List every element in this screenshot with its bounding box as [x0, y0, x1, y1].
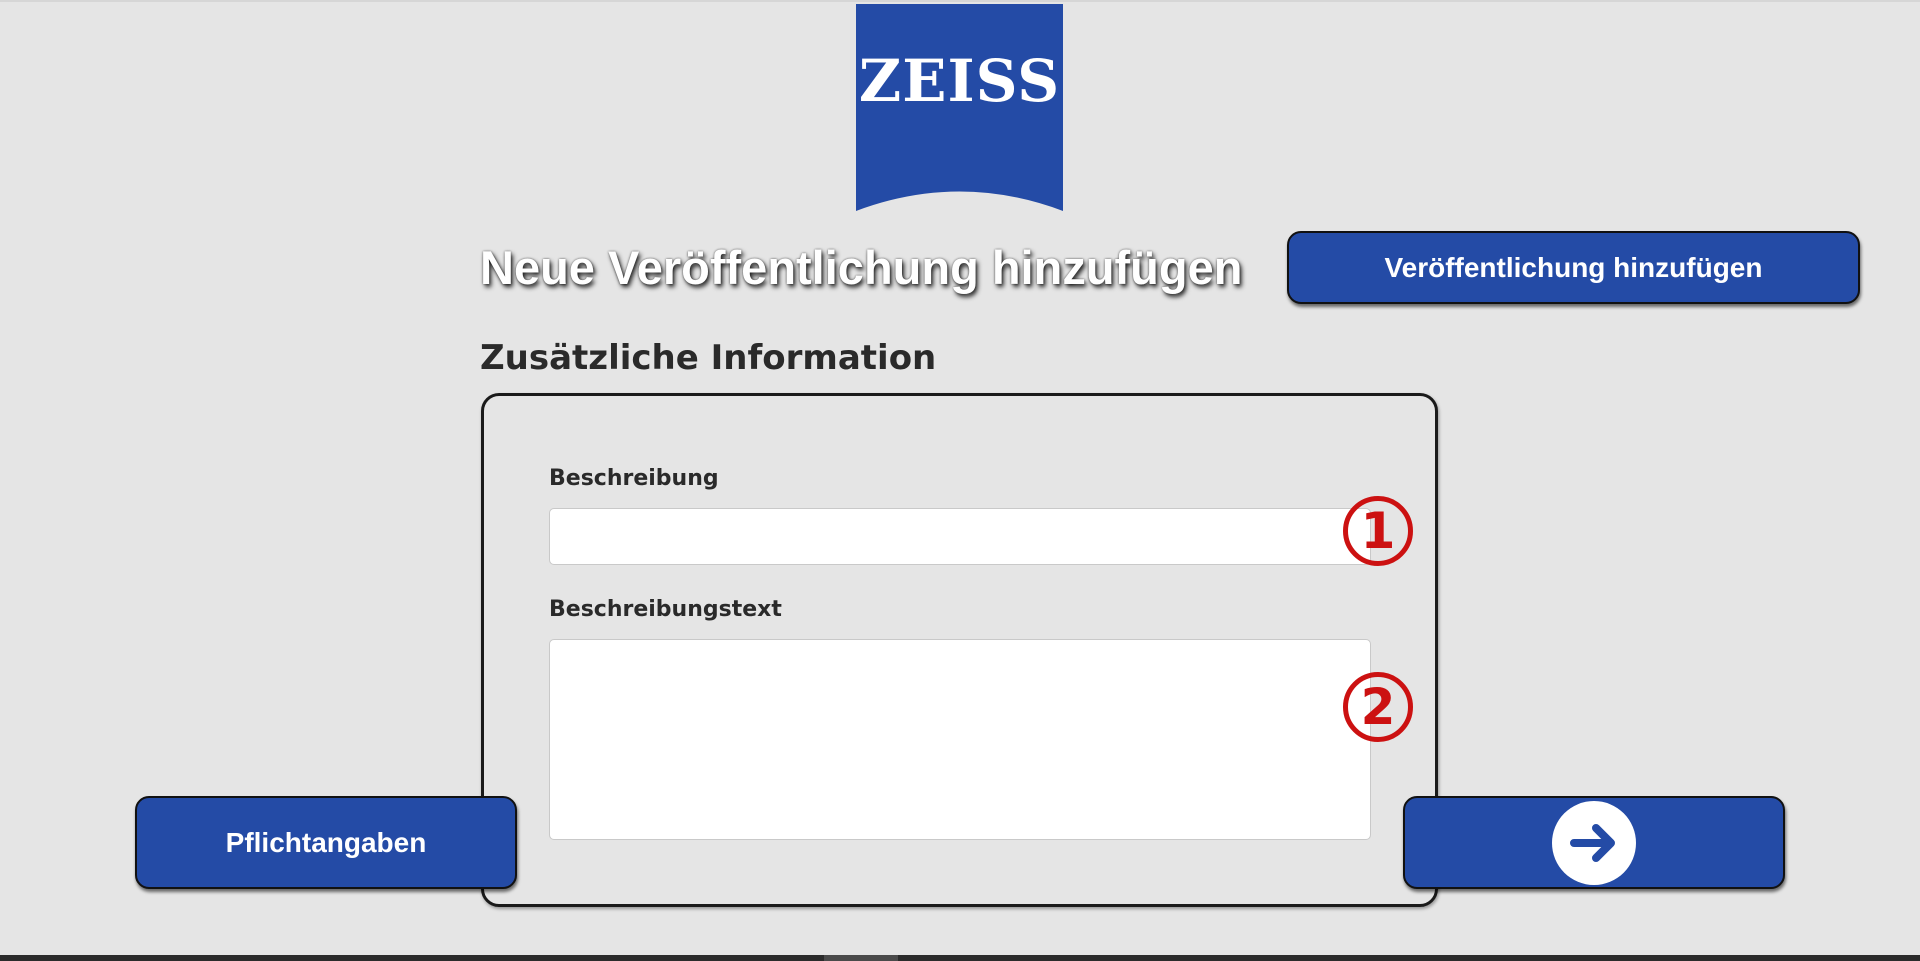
page-title: Neue Veröffentlichung hinzufügen — [480, 241, 1243, 294]
taskbar-segment — [824, 955, 898, 961]
description-text-area[interactable] — [549, 639, 1371, 840]
annotation-marker-1: 1 — [1343, 496, 1413, 566]
section-heading: Zusätzliche Information — [480, 338, 937, 378]
top-border — [0, 0, 1920, 2]
description-label: Beschreibung — [549, 466, 719, 491]
logo-wordmark: ZEISS — [858, 47, 1061, 115]
arrow-circle — [1552, 800, 1636, 885]
description-text-label: Beschreibungstext — [549, 597, 782, 622]
page: ZEISS Neue Veröffentlichung hinzufügen V… — [0, 0, 1920, 961]
bottom-taskbar-edge — [0, 955, 1920, 961]
add-publication-button[interactable]: Veröffentlichung hinzufügen — [1287, 231, 1860, 304]
next-button[interactable] — [1403, 796, 1785, 889]
required-fields-button[interactable]: Pflichtangaben — [135, 796, 517, 889]
arrow-right-icon — [1570, 823, 1615, 862]
zeiss-logo: ZEISS — [856, 4, 1063, 211]
description-input[interactable] — [549, 508, 1371, 565]
annotation-marker-2: 2 — [1343, 672, 1413, 742]
